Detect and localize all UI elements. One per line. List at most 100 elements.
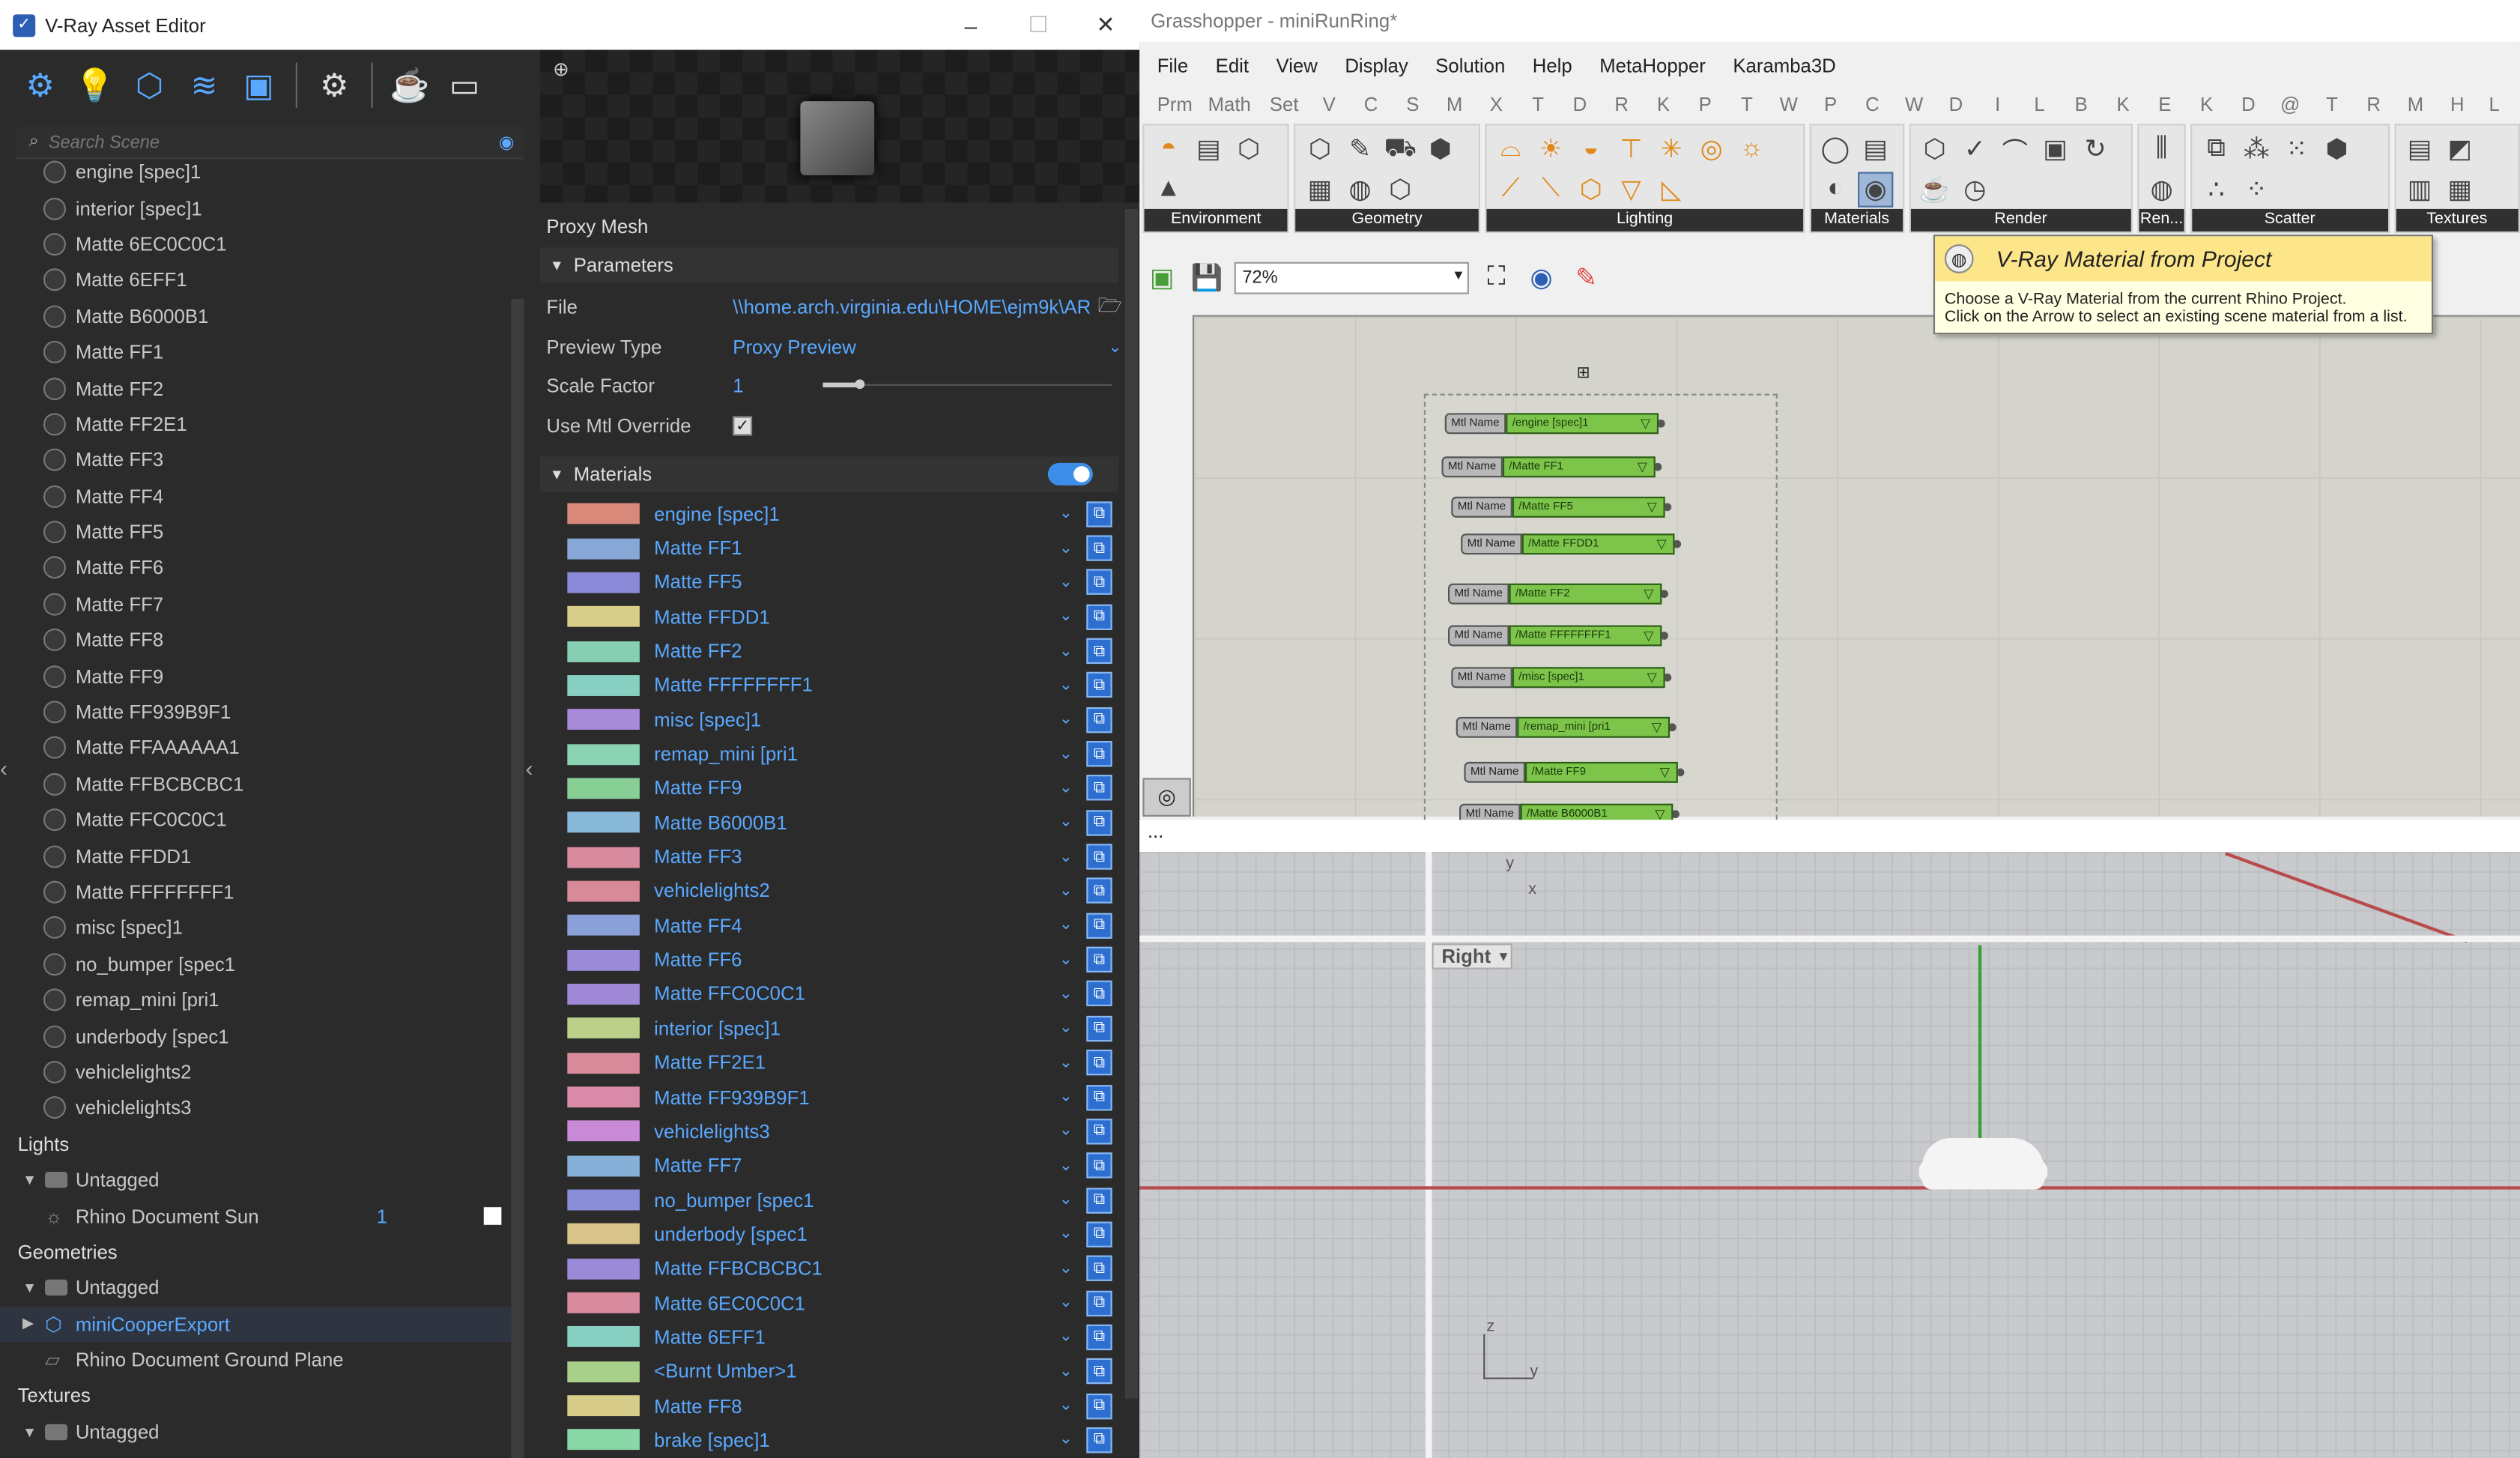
material-item[interactable]: Matte FFFFFFFF1 — [0, 874, 511, 910]
material-slot-row[interactable]: Matte FFFFFFFF1 ⌄ ⧉ — [540, 668, 1118, 703]
material-slot-row[interactable]: vehiclelights3 ⌄ ⧉ — [540, 1114, 1118, 1149]
chevron-down-icon[interactable]: ⌄ — [1059, 1294, 1073, 1312]
component-tab[interactable]: K — [1643, 93, 1685, 115]
texture-icon[interactable]: ▲ — [1151, 172, 1186, 208]
points-icon[interactable]: ⁙ — [2279, 132, 2314, 167]
material-item[interactable]: Matte FF3 — [0, 442, 511, 478]
mtl-name-component[interactable]: Mtl Name/remap_mini [pri1 — [1456, 716, 1677, 738]
material-item[interactable]: Matte FFAAAAAA1 — [0, 730, 511, 766]
chevron-down-icon[interactable]: ⌄ — [1059, 677, 1073, 695]
material-slot-name[interactable]: Matte FF9 — [654, 777, 742, 799]
component-tab[interactable]: W — [1768, 93, 1810, 115]
material-slot-row[interactable]: Matte FF8 ⌄ ⧉ — [540, 1388, 1118, 1423]
chevron-down-icon[interactable]: ⌄ — [1059, 1431, 1073, 1449]
component-tab[interactable]: P — [1684, 93, 1726, 115]
chevron-down-icon[interactable]: ⌄ — [1059, 814, 1073, 832]
link-material-icon[interactable]: ⧉ — [1086, 638, 1112, 665]
component-value[interactable]: /Matte FF2 — [1509, 583, 1662, 605]
material-slot-name[interactable]: Matte FF2 — [654, 640, 742, 662]
mtl-name-component[interactable]: Mtl Name/misc [spec]1 — [1451, 667, 1672, 689]
material-slot-name[interactable]: Matte FF939B9F1 — [654, 1086, 810, 1108]
chevron-down-icon[interactable]: ⌄ — [1059, 608, 1073, 626]
component-tab[interactable]: E — [2144, 93, 2186, 115]
category-header[interactable]: Lights — [0, 1126, 511, 1162]
minimize-button[interactable]: – — [937, 12, 1005, 37]
chevron-down-icon[interactable]: ⌄ — [1059, 642, 1073, 660]
refresh-icon[interactable]: ↻ — [2077, 132, 2112, 167]
channels-icon[interactable]: ⫼ — [2145, 132, 2178, 167]
material-slot-row[interactable]: Matte FFC0C0C1 ⌄ ⧉ — [540, 977, 1118, 1011]
menu-item[interactable]: Karamba3D — [1733, 55, 1835, 77]
maximize-button[interactable]: ☐ — [1005, 11, 1072, 38]
component-value[interactable]: /Matte FFFFFFFF1 — [1509, 625, 1662, 647]
component-tab[interactable]: Set — [1260, 93, 1308, 115]
link-material-icon[interactable]: ⧉ — [1086, 1152, 1112, 1179]
preview-type-select[interactable]: Proxy Preview — [733, 336, 1108, 358]
render-icon[interactable]: ⬡ — [1917, 132, 1952, 167]
material-item[interactable]: Matte FF4 — [0, 478, 511, 514]
chevron-down-icon[interactable]: ⌄ — [1059, 1397, 1073, 1415]
material-item[interactable]: vehiclelights2 — [0, 1054, 511, 1090]
link-material-icon[interactable]: ⧉ — [1086, 981, 1112, 1008]
chevron-down-icon[interactable]: ⌄ — [1059, 1363, 1073, 1381]
material-slot-name[interactable]: Matte 6EFF1 — [654, 1326, 766, 1349]
dots-icon[interactable]: ∴ — [2199, 172, 2234, 208]
expand-triangle-icon[interactable]: ▼ — [22, 1280, 38, 1295]
component-tab[interactable]: M — [2395, 93, 2437, 115]
settings-icon[interactable]: ⚙ — [310, 61, 358, 109]
save-icon[interactable]: 💾 — [1190, 261, 1225, 296]
material-slot-row[interactable]: interior [spec]1 ⌄ ⧉ — [540, 1011, 1118, 1046]
clock-icon[interactable]: ◷ — [1957, 172, 1993, 208]
link-material-icon[interactable]: ⧉ — [1086, 775, 1112, 802]
link-material-icon[interactable]: ⧉ — [1086, 1393, 1112, 1419]
link-material-icon[interactable]: ⧉ — [1086, 741, 1112, 767]
curve-icon[interactable]: ⌒ — [1997, 132, 2032, 167]
material-slot-row[interactable]: engine [spec]1 ⌄ ⧉ — [540, 497, 1118, 531]
car-silhouette[interactable] — [1918, 1137, 2048, 1190]
noise-icon[interactable]: ◩ — [2442, 132, 2477, 167]
component-tab[interactable]: D — [1559, 93, 1601, 115]
material-slot-row[interactable]: no_bumper [spec1 ⌄ ⧉ — [540, 1183, 1118, 1217]
material-slot-row[interactable]: Matte FFDD1 ⌄ ⧉ — [540, 599, 1118, 634]
viewport-divider-v[interactable] — [1425, 852, 1432, 1458]
component-tab[interactable]: W — [1893, 93, 1935, 115]
material-item[interactable]: remap_mini [pri1 — [0, 982, 511, 1018]
menu-item[interactable]: Help — [1533, 55, 1572, 77]
collapse-left-icon[interactable]: ‹ — [0, 755, 7, 781]
material-slot-row[interactable]: Matte 6EFF1 ⌄ ⧉ — [540, 1320, 1118, 1355]
chevron-down-icon[interactable]: ⌄ — [1059, 1088, 1073, 1106]
material-slot-row[interactable]: underbody [spec1 ⌄ ⧉ — [540, 1217, 1118, 1252]
tag-group[interactable]: ▼ Untagged — [0, 1162, 511, 1198]
material-slot-name[interactable]: Matte FF2E1 — [654, 1051, 766, 1074]
material-slot-row[interactable]: <Burnt Umber>1 ⌄ ⧉ — [540, 1355, 1118, 1389]
zoom-select[interactable]: 72% — [1234, 261, 1469, 294]
frame-buffer-icon[interactable]: ▭ — [440, 61, 488, 109]
chevron-down-icon[interactable]: ⌄ — [1108, 339, 1121, 357]
color-icon[interactable]: ◍ — [2145, 172, 2178, 208]
component-tab[interactable]: V — [1308, 93, 1350, 115]
chevron-down-icon[interactable]: ⌄ — [1059, 1122, 1073, 1140]
link-material-icon[interactable]: ⧉ — [1086, 1187, 1112, 1213]
layers-icon[interactable]: ≋ — [180, 61, 228, 109]
ramp-icon[interactable]: ▥ — [2402, 172, 2437, 208]
material-slot-name[interactable]: Matte FF7 — [654, 1155, 742, 1177]
category-header[interactable]: Geometries — [0, 1234, 511, 1270]
link-material-icon[interactable]: ⧉ — [1086, 500, 1112, 527]
material-item[interactable]: misc [spec]1 — [0, 910, 511, 946]
group-handle-icon[interactable]: ⊞ — [1577, 365, 1590, 383]
mtl-name-component[interactable]: Mtl Name/Matte FF2 — [1448, 583, 1668, 605]
tag-group[interactable]: ▼ Untagged — [0, 1270, 511, 1306]
expand-triangle-icon[interactable]: ▼ — [22, 1424, 38, 1440]
component-tab[interactable]: R — [2353, 93, 2395, 115]
component-tab[interactable]: K — [2102, 93, 2144, 115]
cluster-icon[interactable]: ⁘ — [2239, 172, 2274, 208]
mtl-name-component[interactable]: Mtl Name/Matte FFFFFFFF1 — [1448, 625, 1668, 647]
cone-light-icon[interactable]: ▽ — [1614, 172, 1649, 208]
sphere-icon[interactable]: ◍ — [1342, 172, 1378, 208]
chevron-down-icon[interactable]: ⌄ — [1059, 711, 1073, 729]
material-slot-name[interactable]: interior [spec]1 — [654, 1017, 781, 1040]
menu-item[interactable]: Edit — [1216, 55, 1249, 77]
chevron-down-icon[interactable]: ⌄ — [1059, 505, 1073, 523]
chevron-down-icon[interactable]: ⌄ — [1059, 883, 1073, 901]
material-slot-name[interactable]: Matte FFC0C0C1 — [654, 983, 805, 1005]
